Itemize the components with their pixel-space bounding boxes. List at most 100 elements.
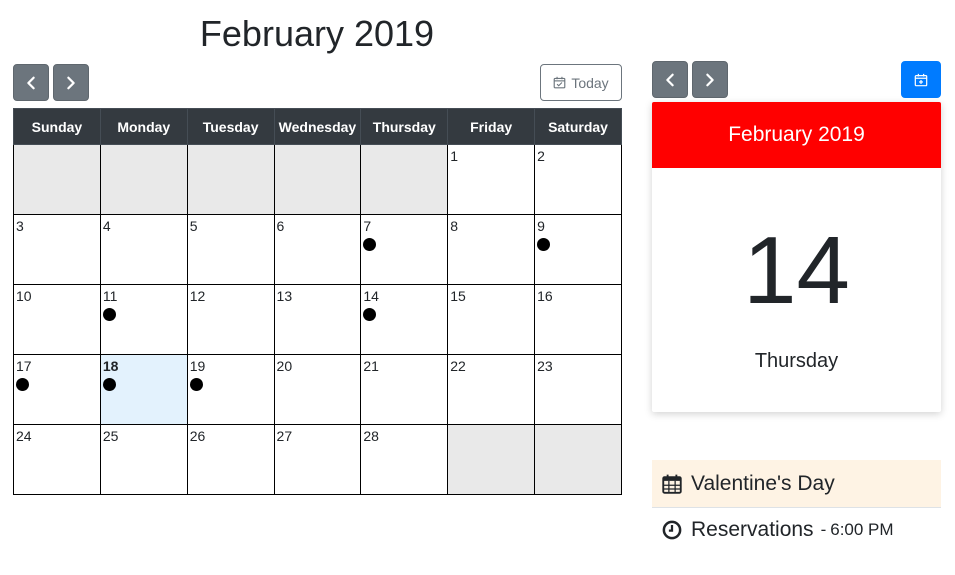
day-cell[interactable]: 8 — [447, 214, 536, 285]
event-dot-indicator — [363, 238, 377, 251]
event-dot-indicator — [16, 378, 29, 391]
day-number: 21 — [363, 358, 379, 374]
weekday-header: Thursday — [360, 108, 449, 145]
today-button[interactable]: Today — [540, 64, 622, 101]
day-number: 16 — [537, 288, 553, 304]
event-item[interactable]: Reservations - 6:00 PM — [652, 509, 941, 551]
event-time: 6:00 PM — [830, 520, 894, 539]
day-number: 13 — [276, 288, 293, 304]
prev-month-button[interactable] — [13, 64, 49, 101]
day-cell[interactable]: 5 — [186, 214, 275, 285]
empty-day-cell — [99, 144, 188, 215]
day-number: 15 — [450, 288, 466, 304]
empty-day-cell — [273, 144, 362, 215]
day-number: 26 — [189, 428, 206, 444]
empty-day-cell — [447, 424, 536, 495]
event-title: Reservations — [691, 518, 814, 541]
day-number: 17 — [16, 358, 32, 374]
weekday-header: Friday — [447, 108, 536, 145]
day-detail-month: February 2019 — [652, 102, 941, 168]
week-row: 17 18 19 20 21 22 23 — [13, 354, 622, 425]
day-number: 1 — [450, 148, 459, 164]
day-cell[interactable]: 17 — [13, 354, 101, 425]
day-number: 6 — [276, 218, 285, 234]
day-number: 14 — [363, 288, 379, 304]
day-cell[interactable]: 2 — [534, 144, 622, 215]
day-cell[interactable]: 27 — [273, 424, 362, 495]
clock-icon — [662, 520, 682, 540]
day-detail-number: 14 — [743, 217, 850, 324]
chevron-right-icon — [706, 73, 714, 86]
add-event-button[interactable] — [901, 61, 941, 98]
day-number: 11 — [102, 288, 118, 304]
weekday-header: Saturday — [534, 108, 622, 145]
day-cell[interactable]: 9 — [534, 214, 622, 285]
empty-day-cell — [360, 144, 449, 215]
day-cell[interactable]: 15 — [447, 284, 536, 355]
day-cell[interactable]: 7 — [360, 214, 449, 285]
day-number: 28 — [363, 428, 379, 444]
day-cell[interactable]: 16 — [534, 284, 622, 355]
day-cell[interactable]: 20 — [273, 354, 362, 425]
chevron-left-icon — [27, 76, 35, 89]
next-day-button[interactable] — [692, 61, 728, 98]
event-dot-indicator — [102, 308, 116, 321]
day-number: 22 — [450, 358, 466, 374]
week-row: 24 25 26 27 28 — [13, 424, 622, 495]
day-cell[interactable]: 3 — [13, 214, 101, 285]
day-cell[interactable]: 19 — [186, 354, 275, 425]
day-detail-weekday: Thursday — [754, 350, 839, 372]
event-dot-indicator — [102, 378, 116, 391]
calendar-icon — [662, 474, 682, 494]
day-cell[interactable]: 26 — [186, 424, 275, 495]
day-number: 5 — [189, 218, 198, 234]
day-number: 24 — [16, 428, 32, 444]
day-cell[interactable]: 11 — [99, 284, 188, 355]
day-number: 23 — [537, 358, 553, 374]
day-cell[interactable]: 18 — [99, 354, 188, 425]
empty-day-cell — [186, 144, 275, 215]
event-dot-indicator — [537, 238, 551, 251]
day-number: 9 — [537, 218, 545, 234]
day-cell[interactable]: 25 — [99, 424, 188, 495]
empty-day-cell — [534, 424, 622, 495]
weekday-header: Sunday — [13, 108, 101, 145]
day-cell[interactable]: 4 — [99, 214, 188, 285]
day-cell[interactable]: 28 — [360, 424, 449, 495]
day-number: 12 — [189, 288, 206, 304]
day-cell[interactable]: 13 — [273, 284, 362, 355]
prev-day-button[interactable] — [652, 61, 688, 98]
calendar-plus-icon — [914, 73, 928, 86]
weekday-header-row: Sunday Monday Tuesday Wednesday Thursday… — [13, 108, 622, 145]
event-dot-indicator — [363, 308, 377, 321]
week-row: 12 — [13, 144, 622, 215]
month-grid: Sunday Monday Tuesday Wednesday Thursday… — [13, 108, 622, 495]
day-number: 27 — [276, 428, 293, 444]
chevron-right-icon — [67, 76, 75, 89]
day-number: 2 — [537, 148, 545, 164]
day-cell[interactable]: 1 — [447, 144, 536, 215]
calendar-title: February 2019 — [199, 13, 435, 54]
event-dot-indicator — [189, 378, 203, 391]
event-item[interactable]: Valentine's Day — [652, 460, 941, 508]
day-cell[interactable]: 6 — [273, 214, 362, 285]
day-cell[interactable]: 10 — [13, 284, 101, 355]
day-number: 20 — [276, 358, 293, 374]
week-row: 3 4 5 6 7 8 9 — [13, 214, 622, 285]
event-separator: - — [820, 520, 827, 539]
day-cell[interactable]: 22 — [447, 354, 536, 425]
day-number: 4 — [102, 218, 111, 234]
day-cell[interactable]: 12 — [186, 284, 275, 355]
chevron-left-icon — [666, 73, 674, 86]
day-cell[interactable]: 24 — [13, 424, 101, 495]
day-number: 25 — [102, 428, 119, 444]
day-cell[interactable]: 21 — [360, 354, 449, 425]
empty-day-cell — [13, 144, 101, 215]
day-number: 10 — [16, 288, 32, 304]
day-cell[interactable]: 14 — [360, 284, 449, 355]
day-number: 18 — [102, 358, 119, 374]
day-cell[interactable]: 23 — [534, 354, 622, 425]
event-title: Valentine's Day — [691, 471, 835, 495]
next-month-button[interactable] — [53, 64, 89, 101]
day-number: 3 — [16, 218, 24, 234]
